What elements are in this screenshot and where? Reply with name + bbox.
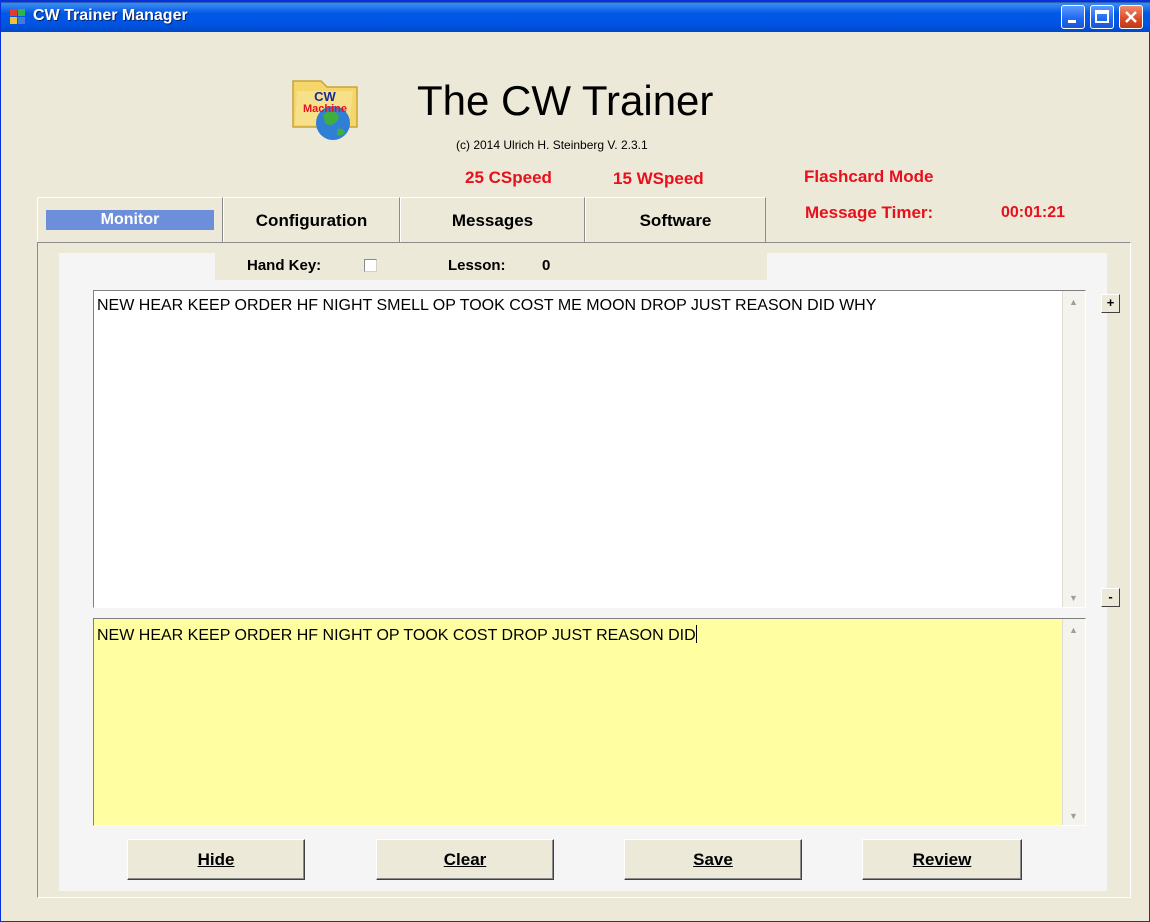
hand-key-checkbox[interactable]	[364, 259, 377, 272]
message-timer-label: Message Timer:	[805, 203, 934, 222]
received-text-area[interactable]: NEW HEAR KEEP ORDER HF NIGHT OP TOOK COS…	[93, 618, 1086, 826]
window-title: CW Trainer Manager	[33, 7, 188, 24]
received-text: NEW HEAR KEEP ORDER HF NIGHT OP TOOK COS…	[97, 627, 696, 644]
review-button-label: Review	[912, 850, 972, 869]
tab-software[interactable]: Software	[585, 197, 766, 243]
received-scrollbar[interactable]: ▲ ▼	[1062, 619, 1085, 825]
hide-button[interactable]: Hide	[127, 839, 305, 880]
clear-button[interactable]: Clear	[376, 839, 554, 880]
sent-scrollbar[interactable]: ▲ ▼	[1062, 291, 1085, 607]
received-text-line: NEW HEAR KEEP ORDER HF NIGHT OP TOOK COS…	[97, 625, 697, 645]
sent-text: NEW HEAR KEEP ORDER HF NIGHT SMELL OP TO…	[97, 297, 877, 314]
tab-messages[interactable]: Messages	[400, 197, 585, 243]
minimize-button[interactable]	[1061, 5, 1085, 29]
app-icon	[10, 9, 25, 24]
svg-text:Machine: Machine	[303, 103, 347, 115]
minimize-icon	[1068, 20, 1076, 23]
scroll-down-icon[interactable]: ▼	[1069, 593, 1078, 603]
app-title: The CW Trainer	[417, 77, 714, 124]
close-button[interactable]	[1119, 5, 1143, 29]
cw-machine-logo: CW Machine	[292, 80, 358, 140]
clear-button-label: Clear	[443, 850, 487, 869]
review-button[interactable]: Review	[862, 839, 1022, 880]
hide-button-label: Hide	[197, 850, 235, 869]
scroll-down-icon[interactable]: ▼	[1069, 811, 1078, 821]
font-decrease-button[interactable]: -	[1101, 588, 1120, 607]
tab-monitor-label: Monitor	[46, 210, 214, 230]
text-caret	[695, 625, 697, 643]
message-timer-value: 00:01:21	[1001, 204, 1066, 221]
word-speed: 15 WSpeed	[613, 169, 704, 188]
close-icon	[1125, 11, 1137, 23]
application-window: CW Trainer Manager CW Machine The CW Tra…	[0, 0, 1150, 922]
scroll-up-icon[interactable]: ▲	[1069, 625, 1078, 635]
lesson-value: 0	[542, 257, 551, 274]
save-button[interactable]: Save	[624, 839, 802, 880]
character-speed: 25 CSpeed	[465, 168, 552, 187]
copyright-text: (c) 2014 Ulrich H. Steinberg V. 2.3.1	[456, 138, 648, 152]
title-bar[interactable]: CW Trainer Manager	[1, 1, 1150, 32]
lesson-label: Lesson:	[448, 257, 506, 274]
tab-monitor[interactable]: Monitor	[37, 197, 223, 243]
font-increase-button[interactable]: +	[1101, 294, 1120, 313]
sent-text-area[interactable]: NEW HEAR KEEP ORDER HF NIGHT SMELL OP TO…	[93, 290, 1086, 608]
maximize-button[interactable]	[1090, 5, 1114, 29]
scroll-up-icon[interactable]: ▲	[1069, 297, 1078, 307]
mode-indicator: Flashcard Mode	[804, 167, 934, 186]
maximize-icon	[1095, 10, 1109, 23]
tab-configuration[interactable]: Configuration	[223, 197, 400, 243]
save-button-label: Save	[693, 850, 733, 869]
svg-text:CW: CW	[314, 89, 336, 104]
hand-key-label: Hand Key:	[247, 257, 322, 274]
